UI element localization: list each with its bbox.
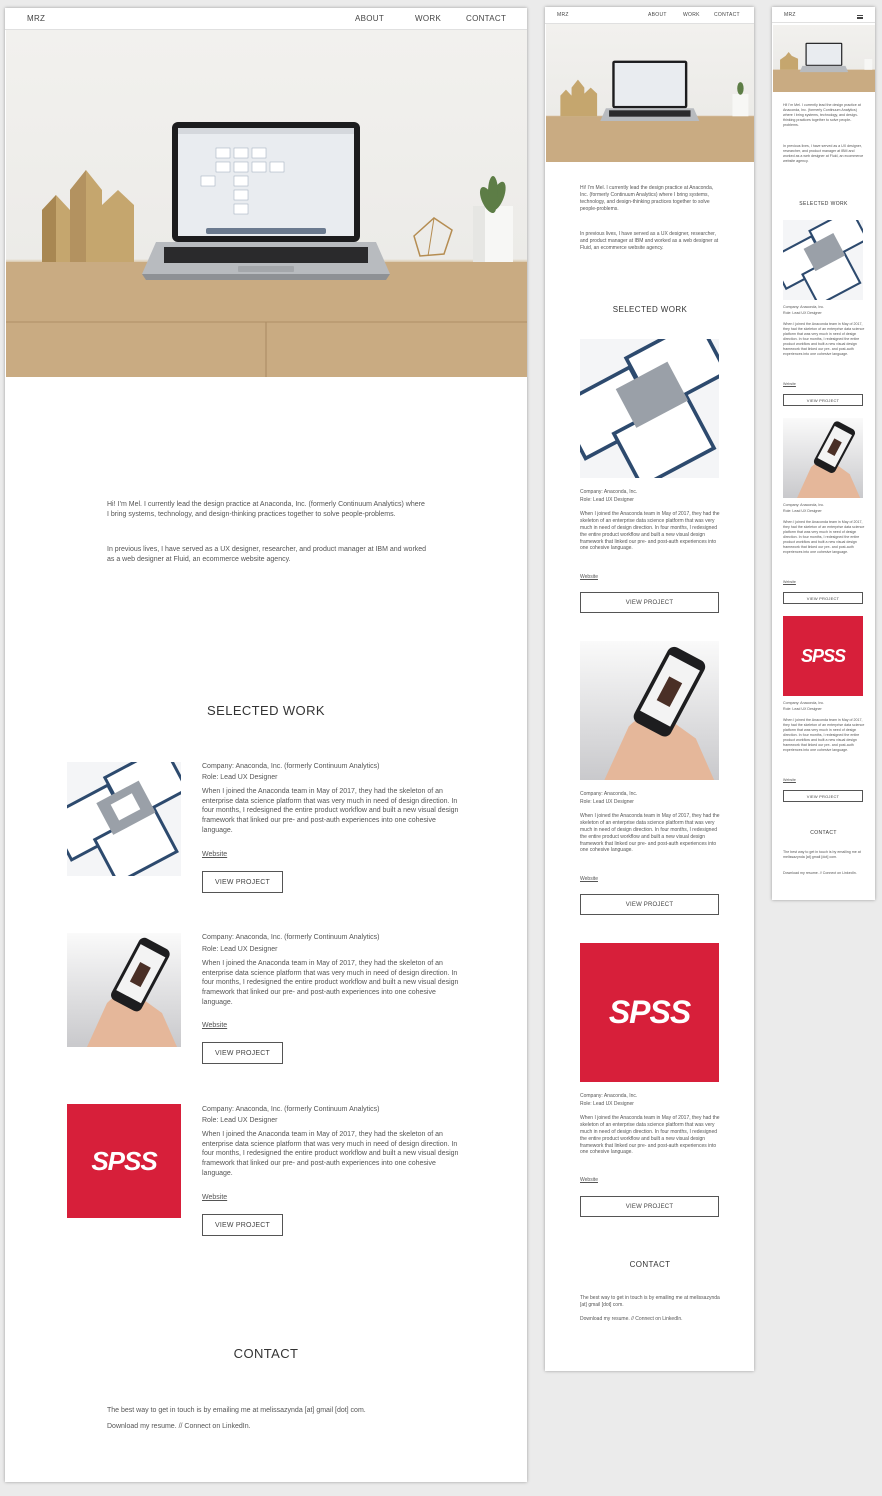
project-role: Role: Lead UX Designer: [202, 1117, 278, 1124]
view-project-button[interactable]: VIEW PROJECT: [580, 592, 719, 613]
project-website-link[interactable]: Website: [783, 580, 796, 585]
contact-email-line: The best way to get in touch is by email…: [580, 1295, 720, 1308]
view-project-button[interactable]: VIEW PROJECT: [783, 790, 863, 802]
desktop-mockup: MRZ ABOUT WORK CONTACT Hi! I’m Mel. I cu…: [5, 8, 527, 1482]
view-project-button[interactable]: VIEW PROJECT: [202, 1042, 283, 1064]
project-thumbnail-spss[interactable]: SPSS: [783, 616, 863, 696]
project-description: When I joined the Anaconda team in May o…: [783, 322, 865, 356]
project-website-link[interactable]: Website: [580, 1177, 598, 1184]
project-company: Company: Anaconda, Inc. (formerly Contin…: [202, 1106, 380, 1113]
laptop-desk-illustration: [546, 60, 754, 162]
spss-logo: SPSS: [608, 994, 691, 1030]
project-description: When I joined the Anaconda team in May o…: [202, 960, 459, 1006]
spss-logo: SPSS: [91, 1145, 157, 1176]
top-nav: MRZ ABOUT WORK CONTACT: [545, 7, 754, 24]
project-role: Role: Lead UX Designer: [202, 946, 278, 953]
contact-links-line[interactable]: Download my resume. // Connect on Linked…: [580, 1316, 720, 1323]
project-website-link[interactable]: Website: [783, 778, 796, 783]
contact-email-line: The best way to get in touch is by email…: [107, 1407, 366, 1414]
project-description: When I joined the Anaconda team in May o…: [580, 511, 720, 552]
selected-work-heading: SELECTED WORK: [207, 703, 325, 718]
nav-work[interactable]: WORK: [683, 12, 700, 18]
project-thumbnail-screens[interactable]: [580, 339, 719, 478]
hero-image: [6, 30, 527, 377]
project-thumbnail-phone[interactable]: [783, 418, 863, 498]
project-role: Role: Lead UX Designer: [783, 509, 822, 513]
nav-contact[interactable]: CONTACT: [466, 14, 506, 23]
project-website-link[interactable]: Website: [202, 850, 227, 860]
laptop-desk-illustration: [773, 42, 875, 92]
project-website-link[interactable]: Website: [202, 1193, 227, 1203]
view-project-button[interactable]: VIEW PROJECT: [580, 1196, 719, 1217]
project-role: Role: Lead UX Designer: [783, 311, 822, 315]
project-company: Company: Anaconda, Inc.: [783, 701, 825, 705]
project-company: Company: Anaconda, Inc.: [580, 1093, 638, 1099]
selected-work-heading: SELECTED WORK: [612, 305, 688, 314]
contact-heading: CONTACT: [629, 1260, 671, 1269]
nav-work[interactable]: WORK: [415, 14, 441, 23]
tablet-mockup: MRZ ABOUT WORK CONTACT Hi! I’m Mel. I cu…: [545, 7, 754, 1371]
hero-image: [773, 25, 875, 92]
intro-paragraph-1: Hi! I’m Mel. I currently lead the design…: [783, 103, 861, 127]
project-role: Role: Lead UX Designer: [202, 774, 278, 781]
view-project-button[interactable]: VIEW PROJECT: [580, 894, 719, 915]
project-company: Company: Anaconda, Inc.: [783, 305, 825, 309]
project-website-link[interactable]: Website: [580, 574, 598, 581]
project-website-link[interactable]: Website: [580, 876, 598, 883]
intro-paragraph-2: In previous lives, I have served as a UX…: [107, 546, 427, 563]
contact-links-line[interactable]: Download my resume. // Connect on Linked…: [783, 871, 865, 876]
project-thumbnail-phone[interactable]: [580, 641, 719, 780]
intro-paragraph-2: In previous lives, I have served as a UX…: [580, 231, 719, 251]
project-company: Company: Anaconda, Inc.: [580, 489, 638, 495]
view-project-button[interactable]: VIEW PROJECT: [202, 1214, 283, 1236]
view-project-button[interactable]: VIEW PROJECT: [202, 871, 283, 893]
top-nav: MRZ: [772, 7, 875, 23]
project-role: Role: Lead UX Designer: [580, 1101, 634, 1107]
project-thumbnail-screens[interactable]: [783, 220, 863, 300]
project-company: Company: Anaconda, Inc.: [783, 503, 825, 507]
intro-paragraph-1: Hi! I’m Mel. I currently lead the design…: [107, 501, 425, 518]
hero-image: [546, 24, 754, 162]
project-website-link[interactable]: Website: [783, 382, 796, 387]
contact-heading: CONTACT: [233, 1346, 299, 1361]
nav-contact[interactable]: CONTACT: [714, 12, 740, 18]
project-thumbnail-spss[interactable]: SPSS: [580, 943, 719, 1082]
contact-heading: CONTACT: [810, 830, 837, 836]
hamburger-menu-icon[interactable]: [857, 15, 863, 19]
project-company: Company: Anaconda, Inc.: [580, 791, 638, 797]
project-role: Role: Lead UX Designer: [783, 707, 822, 711]
project-role: Role: Lead UX Designer: [580, 799, 634, 805]
project-thumbnail-phone[interactable]: [67, 933, 181, 1047]
nav-about[interactable]: ABOUT: [648, 12, 667, 18]
project-thumbnail-screens[interactable]: [67, 762, 181, 876]
intro-paragraph-1: Hi! I’m Mel. I currently lead the design…: [580, 185, 714, 212]
project-description: When I joined the Anaconda team in May o…: [580, 1115, 720, 1156]
laptop-desk-illustration: [6, 122, 527, 377]
project-company: Company: Anaconda, Inc. (formerly Contin…: [202, 763, 380, 770]
project-description: When I joined the Anaconda team in May o…: [783, 718, 865, 752]
brand-logo[interactable]: MRZ: [784, 12, 796, 18]
view-project-button[interactable]: VIEW PROJECT: [783, 592, 863, 604]
brand-logo[interactable]: MRZ: [27, 14, 45, 23]
spss-logo: SPSS: [800, 645, 846, 666]
top-nav: MRZ ABOUT WORK CONTACT: [5, 8, 527, 30]
intro-paragraph-2: In previous lives, I have served as a UX…: [783, 144, 864, 163]
brand-logo[interactable]: MRZ: [557, 12, 569, 18]
contact-links-line[interactable]: Download my resume. // Connect on Linked…: [107, 1422, 437, 1432]
project-thumbnail-spss[interactable]: SPSS: [67, 1104, 181, 1218]
selected-work-heading: SELECTED WORK: [799, 201, 848, 207]
mobile-mockup: MRZ Hi! I’m Mel. I currently lead the de…: [772, 7, 875, 900]
project-description: When I joined the Anaconda team in May o…: [580, 813, 720, 854]
contact-email-line: The best way to get in touch is by email…: [783, 850, 861, 859]
nav-about[interactable]: ABOUT: [355, 14, 384, 23]
project-role: Role: Lead UX Designer: [580, 497, 634, 503]
project-website-link[interactable]: Website: [202, 1021, 227, 1031]
view-project-button[interactable]: VIEW PROJECT: [783, 394, 863, 406]
project-description: When I joined the Anaconda team in May o…: [202, 1131, 459, 1177]
project-description: When I joined the Anaconda team in May o…: [202, 788, 459, 834]
project-company: Company: Anaconda, Inc. (formerly Contin…: [202, 934, 380, 941]
project-description: When I joined the Anaconda team in May o…: [783, 520, 865, 554]
